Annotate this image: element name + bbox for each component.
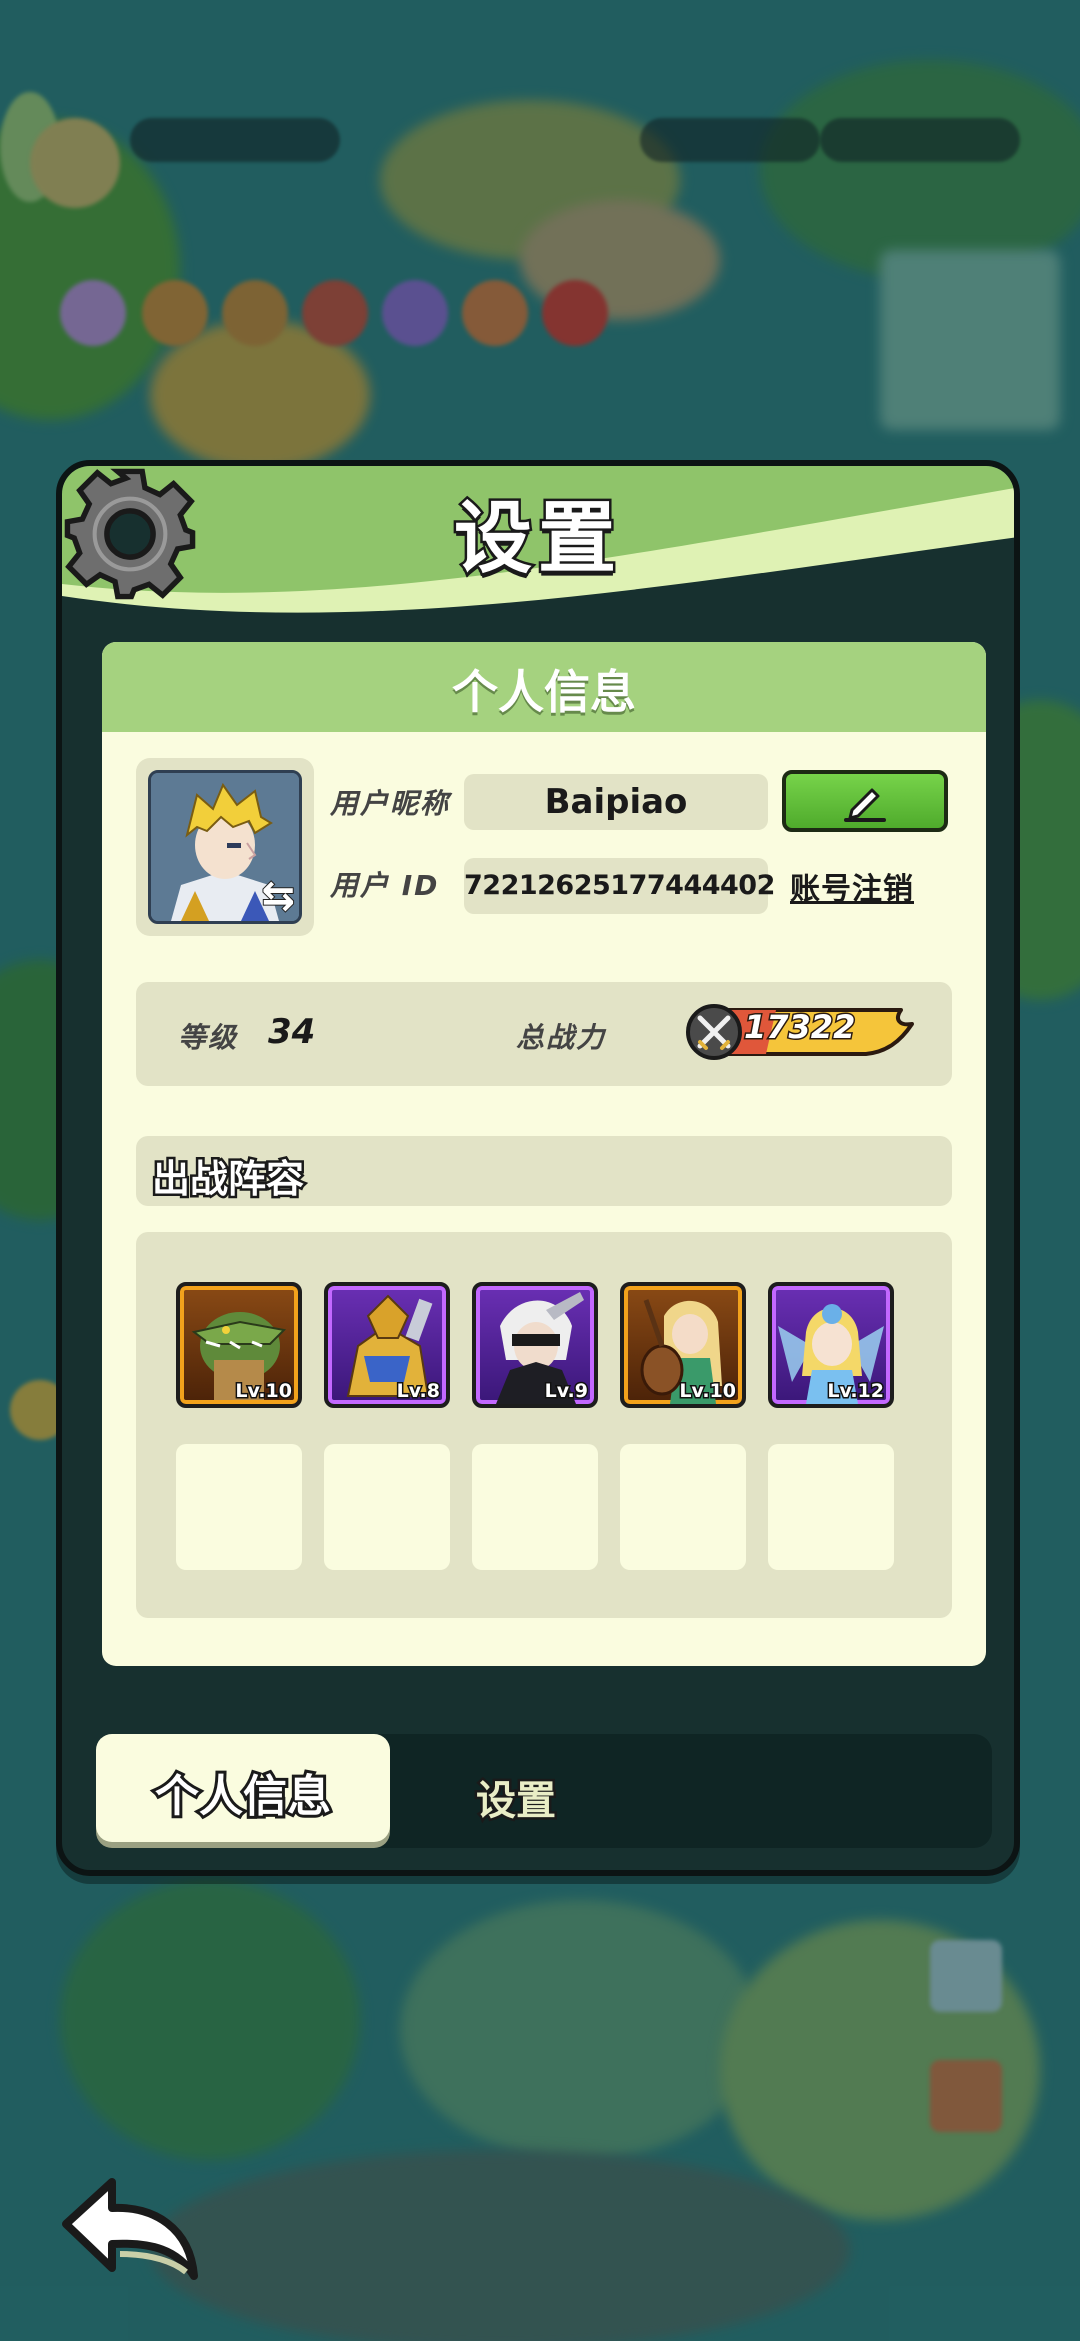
hero-level: Lv.12 <box>826 1379 886 1404</box>
hero-slot-5[interactable]: Lv.12 <box>768 1282 894 1408</box>
avatar-frame[interactable]: ⇆ <box>136 758 314 936</box>
empty-hero-slot[interactable] <box>768 1444 894 1570</box>
stats-row: 等级 34 总战力 17322 <box>136 982 952 1086</box>
hero-slot-2[interactable]: Lv.8 <box>324 1282 450 1408</box>
hero-slot-4[interactable]: Lv.10 <box>620 1282 746 1408</box>
edit-nickname-button[interactable] <box>782 770 948 832</box>
avatar[interactable]: ⇆ <box>148 770 302 924</box>
empty-hero-slot[interactable] <box>472 1444 598 1570</box>
hero-level: Lv.10 <box>678 1379 738 1404</box>
pencil-icon <box>844 788 886 822</box>
user-id-field: 72212625177444402 <box>464 858 775 914</box>
hero-level: Lv.9 <box>543 1379 589 1404</box>
panel-header: 设置 <box>62 466 1014 616</box>
lineup-header: 出战阵容 <box>136 1136 952 1206</box>
hero-slot-1[interactable]: Lv.10 <box>176 1282 302 1408</box>
user-id-label: 用户 ID <box>330 869 440 902</box>
profile-card-header: 个人信息 <box>102 642 986 732</box>
account-cancel-link[interactable]: 账号注销 <box>790 864 914 908</box>
tab-settings[interactable]: 设置 <box>474 1768 559 1827</box>
lineup-slots: Lv.10 Lv.8 Lv.9 Lv.10 Lv.12 <box>136 1232 952 1618</box>
settings-panel: 设置 个人信息 ⇆ 用户昵称 Baipiao 用户 ID 72212625177… <box>56 460 1020 1876</box>
tab-personal-info[interactable]: 个人信息 <box>96 1734 390 1842</box>
empty-hero-slot[interactable] <box>176 1444 302 1570</box>
lineup-title: 出战阵容 <box>149 1155 306 1204</box>
level-label: 等级 <box>178 1021 239 1054</box>
hero-level: Lv.10 <box>234 1379 294 1404</box>
swap-arrow-icon[interactable]: ⇆ <box>260 872 295 920</box>
power-badge: 17322 <box>686 1002 916 1062</box>
panel-title: 设置 <box>451 492 622 587</box>
back-arrow-icon[interactable] <box>54 2172 204 2292</box>
empty-hero-slot[interactable] <box>324 1444 450 1570</box>
tab-bar: 个人信息 设置 <box>96 1734 992 1848</box>
hero-level: Lv.8 <box>395 1379 441 1404</box>
power-value: 17322 <box>742 1007 856 1048</box>
hero-slot-3[interactable]: Lv.9 <box>472 1282 598 1408</box>
empty-hero-slot[interactable] <box>620 1444 746 1570</box>
profile-card: 个人信息 ⇆ 用户昵称 Baipiao 用户 ID 72212625177444… <box>102 642 986 1666</box>
tab-personal-info-label: 个人信息 <box>152 1768 334 1825</box>
nickname-label: 用户昵称 <box>330 787 451 820</box>
profile-card-title: 个人信息 <box>452 665 636 719</box>
level-value: 34 <box>268 1012 316 1052</box>
power-label: 总战力 <box>516 1021 607 1054</box>
nickname-field: Baipiao <box>464 774 768 830</box>
